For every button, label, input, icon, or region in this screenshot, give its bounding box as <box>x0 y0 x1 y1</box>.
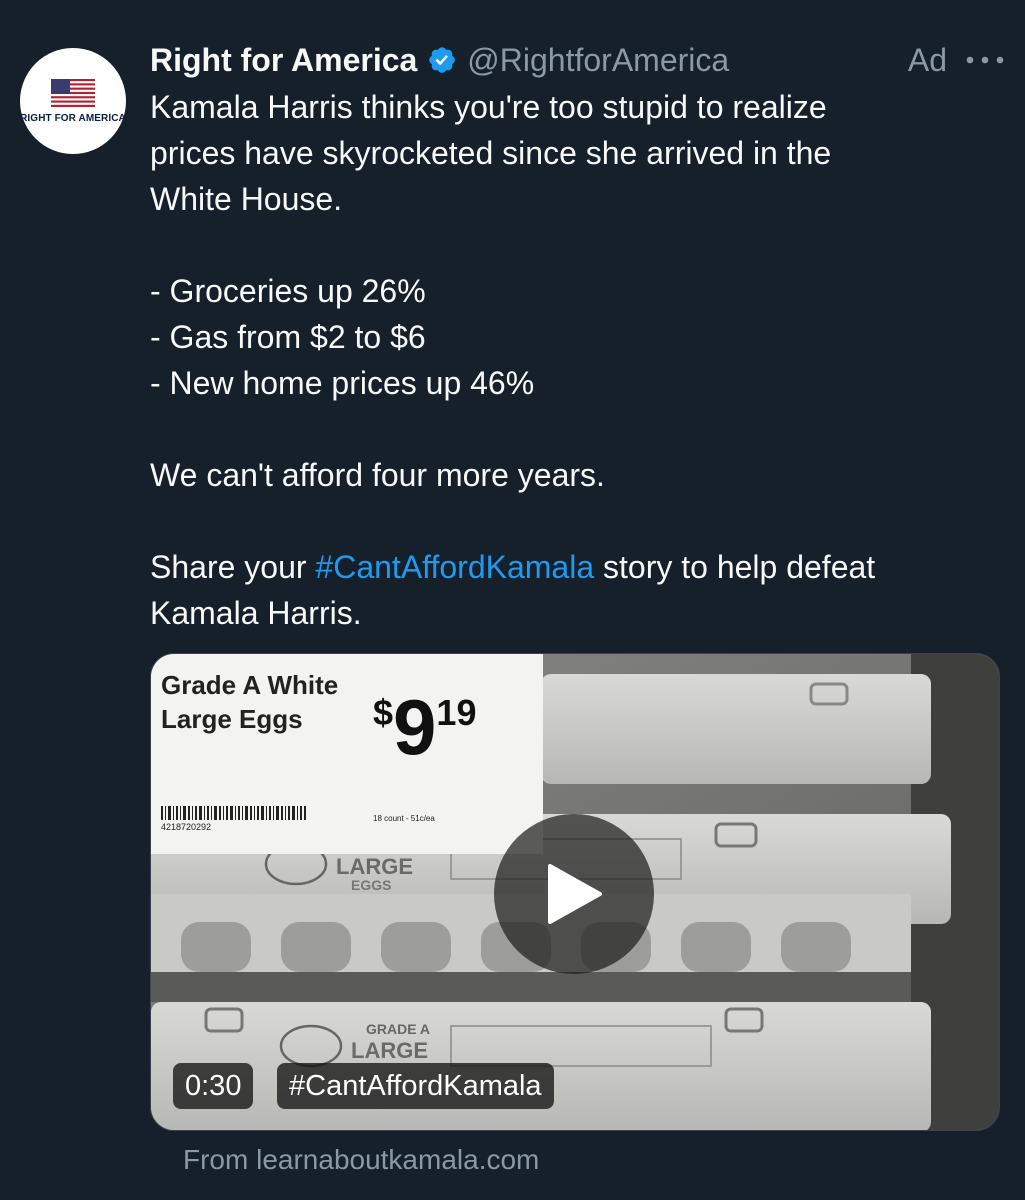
us-flag-icon <box>51 78 95 107</box>
more-horizontal-icon[interactable] <box>965 38 1005 82</box>
video-duration-badge: 0:30 <box>173 1063 254 1109</box>
carton-text-grade-2: GRADE A <box>366 1021 430 1037</box>
bullet-groceries: - Groceries up 26% <box>150 273 426 309</box>
price-dollar: $ <box>373 692 394 733</box>
play-icon <box>548 864 602 924</box>
tweet-text: Kamala Harris thinks you're too stupid t… <box>150 84 1010 636</box>
tweet: RIGHT FOR AMERICA Right for America @Rig… <box>0 0 1025 1200</box>
display-name[interactable]: Right for America <box>150 38 417 82</box>
text-line: prices have skyrocketed since she arrive… <box>150 135 832 171</box>
shelf-label-title: Grade A White Large Eggs <box>161 668 338 736</box>
barcode-number: 4218720292 <box>161 822 212 832</box>
handle[interactable]: @RightforAmerica <box>467 38 729 82</box>
closing-line: We can't afford four more years. <box>150 457 605 493</box>
text-line: White House. <box>150 181 343 217</box>
carton-text-large-2: LARGE <box>351 1038 428 1063</box>
bullet-gas: - Gas from $2 to $6 <box>150 319 426 355</box>
shelf-label-title-line1: Grade A White <box>161 670 339 700</box>
cta-suffix: story to help defeat <box>594 549 876 585</box>
avatar-label: RIGHT FOR AMERICA <box>20 112 126 124</box>
shelf-label-count: 18 count - 51c/ea <box>373 814 435 823</box>
price-cents: 19 <box>436 692 477 733</box>
video-player[interactable]: GRADE A LARGE EGGS GRADE A LARGE <box>150 653 1000 1131</box>
video-hashtag-badge: #CantAffordKamala <box>277 1063 554 1109</box>
bullet-home-prices: - New home prices up 46% <box>150 365 535 401</box>
cta-prefix: Share your <box>150 549 316 585</box>
carton-text-eggs: EGGS <box>351 877 391 893</box>
cta-line-2: Kamala Harris. <box>150 595 362 631</box>
ad-source-link[interactable]: From learnaboutkamala.com <box>183 1140 539 1180</box>
verified-badge-icon[interactable] <box>427 45 457 75</box>
cta-line: Share your #CantAffordKamala story to he… <box>150 544 1010 590</box>
text-line: Kamala Harris thinks you're too stupid t… <box>150 89 827 125</box>
play-button[interactable] <box>494 814 654 974</box>
shelf-label-title-line2: Large Eggs <box>161 704 303 734</box>
carton-text-large: LARGE <box>336 854 413 879</box>
price-int: 9 <box>393 683 437 771</box>
tweet-header: Right for America @RightforAmerica Ad <box>150 38 1005 82</box>
avatar[interactable]: RIGHT FOR AMERICA <box>20 48 126 154</box>
ad-label: Ad <box>907 42 947 78</box>
hashtag-link[interactable]: #CantAffordKamala <box>315 549 594 585</box>
shelf-label-price: $919 <box>373 688 476 766</box>
